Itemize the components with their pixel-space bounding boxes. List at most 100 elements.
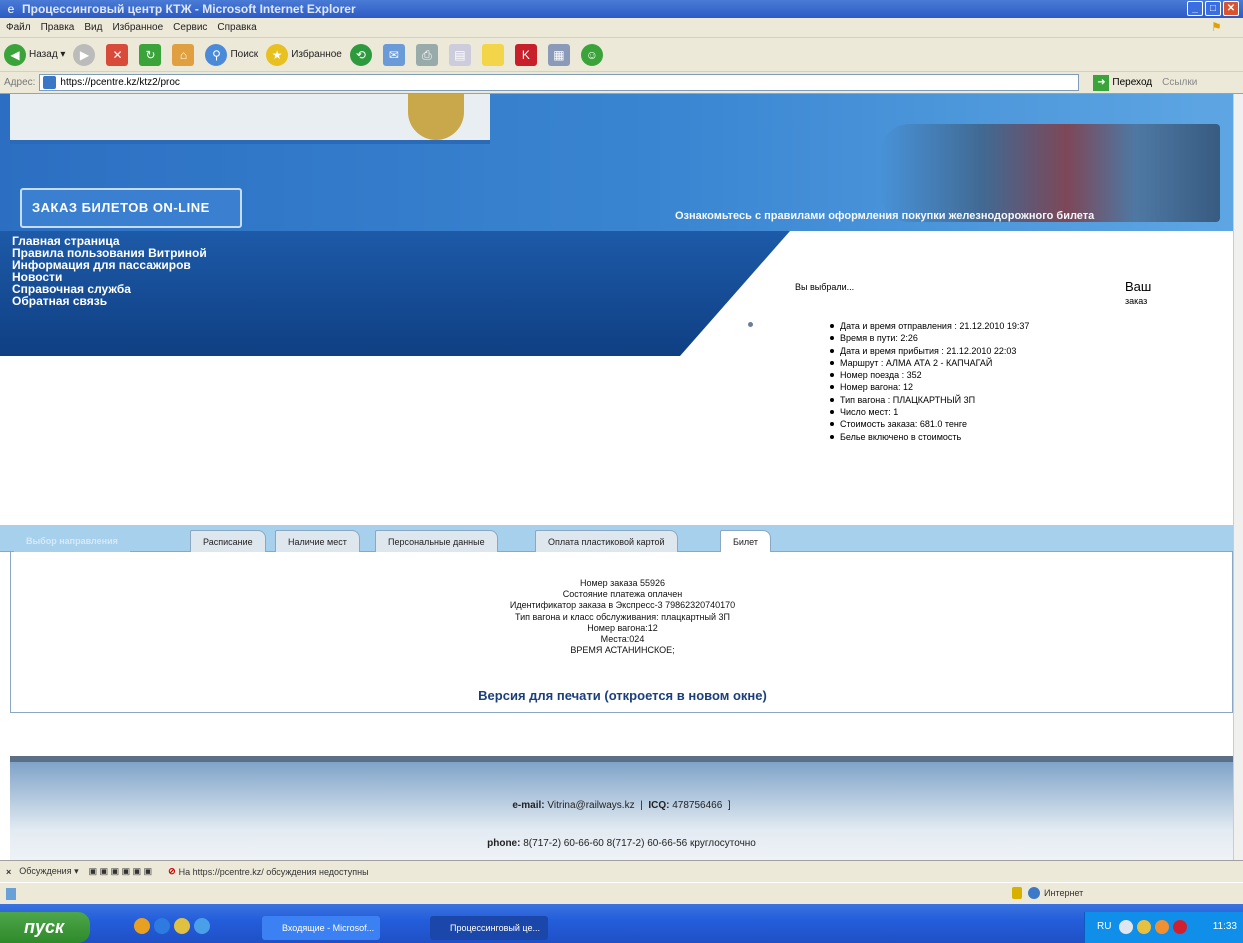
decorative-dot [748,322,753,327]
quicklaunch-icon[interactable] [194,918,210,934]
kaspersky-button[interactable]: K [514,43,540,66]
separator: | [640,800,643,811]
links-button[interactable]: Ссылки [1162,77,1197,88]
tray-icon[interactable] [1119,920,1133,934]
globe-icon [1028,887,1040,899]
windows-flag-icon: ⚑ [1211,20,1222,34]
page-status-icon [6,888,16,900]
menu-favorites[interactable]: Избранное [112,22,163,33]
menu-edit[interactable]: Правка [41,22,75,33]
address-url: https://pcentre.kz/ktz2/proc [60,77,180,88]
contact-email-line: e-mail: Vitrina@railways.kz | ICQ: 47875… [10,800,1233,811]
ticket-content: Номер заказа 55926 Состояние платежа опл… [10,552,1233,713]
quicklaunch-icon[interactable] [174,918,190,934]
refresh-icon: ↻ [139,43,162,66]
tab-personal-data[interactable]: Персональные данные [375,530,498,552]
discussion-tools-icon[interactable]: ▣ ▣ ▣ ▣ ▣ ▣ [89,866,153,877]
address-input[interactable]: https://pcentre.kz/ktz2/proc [39,74,1080,91]
unavailable-icon: ⊘ [168,866,176,876]
tray-icon[interactable] [1155,920,1169,934]
print-button[interactable]: ⎙ [415,43,441,66]
discussions-menu[interactable]: Обсуждения ▾ [19,866,78,877]
address-bar: Адрес: https://pcentre.kz/ktz2/proc ➜ Пе… [0,72,1243,94]
home-icon: ⌂ [172,43,195,66]
print-icon: ⎙ [415,43,438,66]
lock-icon[interactable] [1012,887,1022,899]
research-icon: ▦ [547,43,570,66]
task-outlook[interactable]: Входящие - Microsof... [262,916,380,940]
research-button[interactable]: ▦ [547,43,573,66]
tab-direction[interactable]: Выбор направления [14,530,130,552]
order-tickets-button[interactable]: ЗАКАЗ БИЛЕТОВ ON-LINE [20,188,242,228]
phone-value: 8(717-2) 60-66-60 8(717-2) 60-66-56 круг… [523,838,756,849]
payment-status: Состояние платежа оплачен [562,589,683,600]
list-item: Дата и время отправления : 21.12.2010 19… [830,320,1029,332]
ie-quicklaunch-icon[interactable] [154,918,170,934]
refresh-button[interactable]: ↻ [139,43,164,66]
nav-feedback[interactable]: Обратная связь [12,295,107,307]
back-arrow-icon: ◀ [4,43,26,66]
history-button[interactable]: ⟲ [349,43,375,66]
time-zone-note: ВРЕМЯ АСТАНИНСКОЕ; [570,645,675,656]
selection-list: Дата и время отправления : 21.12.2010 19… [830,320,1029,443]
vertical-scrollbar[interactable] [1233,94,1243,860]
favorites-label: Избранное [291,49,342,60]
search-icon: ⚲ [205,43,228,66]
close-discussion-button[interactable]: × [6,867,11,877]
kaspersky-tray-icon[interactable] [1173,920,1187,934]
forward-button[interactable]: ▶ [73,43,98,66]
menu-help[interactable]: Справка [217,22,256,33]
menu-file[interactable]: Файл [6,22,31,33]
menu-tools[interactable]: Сервис [173,22,207,33]
seats: Места:024 [600,634,645,645]
tab-availability[interactable]: Наличие мест [275,530,360,552]
task-ie[interactable]: Процессинговый це... [430,916,548,940]
home-button[interactable]: ⌂ [172,43,197,66]
site-header: ЗАКАЗ БИЛЕТОВ ON-LINE Ознакомьтесь с пра… [0,94,1233,231]
tab-schedule[interactable]: Расписание [190,530,266,552]
language-indicator[interactable]: RU [1097,921,1111,932]
discussion-message: На https://pcentre.kz/ обсуждения недост… [178,866,369,877]
tray-icon[interactable] [1137,920,1151,934]
step-tabs: Выбор направления Расписание Наличие мес… [0,525,1233,553]
start-button[interactable]: пуск [0,912,90,943]
close-button[interactable]: ✕ [1223,1,1239,16]
messenger-icon: ☺ [580,43,603,66]
menu-view[interactable]: Вид [84,22,102,33]
icq-label: ICQ: [648,800,670,811]
quicklaunch-icon[interactable] [134,918,150,934]
icq-value: 478756466 [672,800,723,811]
back-dropdown-icon[interactable]: ▾ [58,49,65,60]
system-tray: RU 11:33 [1084,912,1243,943]
print-version-link[interactable]: Версия для печати (откроется в новом окн… [11,688,1233,703]
forward-arrow-icon: ▶ [73,43,96,66]
express-id: Идентификатор заказа в Экспресс-3 798623… [509,600,736,611]
train-image [880,124,1220,222]
history-icon: ⟲ [349,43,372,66]
list-item: Дата и время прибытия : 21.12.2010 22:03 [830,345,1029,357]
notes-button[interactable] [481,43,507,66]
favorites-button[interactable]: ★ Избранное [266,43,342,66]
ie-icon: e [7,2,15,16]
edit-button[interactable]: ▤ [448,43,474,66]
maximize-button[interactable]: □ [1205,1,1221,16]
list-item: Число мест: 1 [830,406,1029,418]
search-button[interactable]: ⚲ Поиск [205,43,258,66]
tab-ticket[interactable]: Билет [720,530,772,553]
your-order-title: Ваш [1125,279,1152,294]
minimize-button[interactable]: _ [1187,1,1203,16]
back-button[interactable]: ◀ Назад ▾ [4,43,65,66]
order-number: Номер заказа 55926 [579,578,666,588]
logo-emblem [408,94,464,140]
tab-card-payment[interactable]: Оплата пластиковой картой [535,530,678,552]
email-value[interactable]: Vitrina@railways.kz [547,800,634,811]
toolbar: ◀ Назад ▾ ▶ ✕ ↻ ⌂ ⚲ Поиск ★ Избранное ⟲ … [0,38,1243,72]
status-bar: Интернет [0,882,1243,904]
rules-link[interactable]: Ознакомьтесь с правилами оформления поку… [675,210,1094,222]
go-button[interactable]: ➜ Переход [1093,74,1152,91]
kaspersky-icon: K [514,43,537,66]
discussion-bar: × Обсуждения ▾ ▣ ▣ ▣ ▣ ▣ ▣ ⊘ На https://… [0,860,1243,882]
mail-button[interactable]: ✉ [382,43,408,66]
stop-button[interactable]: ✕ [106,43,131,66]
messenger-button[interactable]: ☺ [580,43,606,66]
